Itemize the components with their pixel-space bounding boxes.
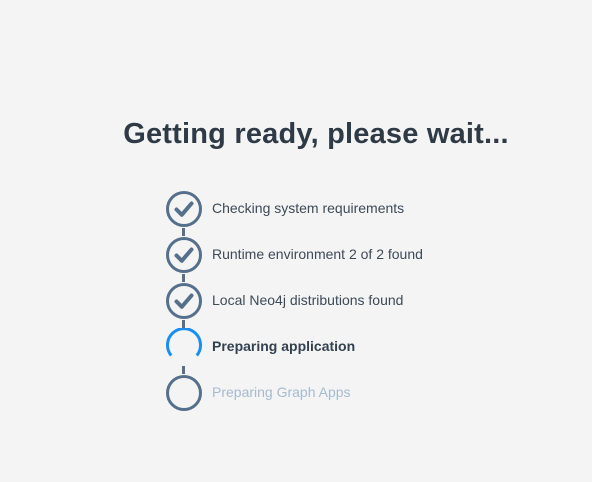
step-preparing-graph-apps: Preparing Graph Apps <box>165 374 565 412</box>
page-title: Getting ready, please wait... <box>123 118 509 150</box>
step-preparing-application: Preparing application <box>165 328 565 366</box>
empty-circle-icon <box>166 375 202 411</box>
step-connector <box>182 274 185 282</box>
check-circle-icon <box>166 283 202 319</box>
step-label: Local Neo4j distributions found <box>212 292 404 308</box>
loading-screen: Getting ready, please wait... Checking s… <box>0 0 592 482</box>
step-label: Preparing application <box>212 338 356 354</box>
step-checking-system-requirements: Checking system requirements <box>165 190 565 228</box>
step-local-distributions: Local Neo4j distributions found <box>165 282 565 320</box>
spinner-icon <box>166 328 202 357</box>
step-connector <box>182 366 185 374</box>
step-label: Checking system requirements <box>212 200 405 216</box>
step-connector <box>182 320 185 328</box>
step-runtime-environment: Runtime environment 2 of 2 found <box>165 236 565 274</box>
step-connector <box>182 228 185 236</box>
step-label: Preparing Graph Apps <box>212 384 351 400</box>
step-label: Runtime environment 2 of 2 found <box>212 246 423 262</box>
check-circle-icon <box>166 237 202 273</box>
check-circle-icon <box>166 191 202 227</box>
progress-steps: Checking system requirements Runtime env… <box>165 190 565 412</box>
